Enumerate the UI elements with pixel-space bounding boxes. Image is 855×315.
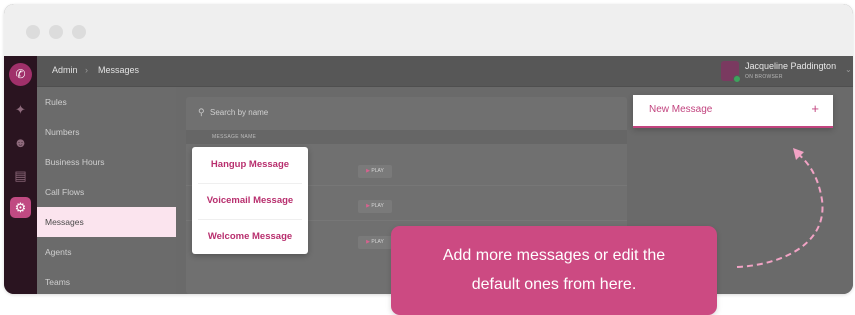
play-button[interactable]: ▶ PLAY (358, 236, 392, 249)
window-minimize-button[interactable] (49, 25, 63, 39)
window-maximize-button[interactable] (72, 25, 86, 39)
avatar[interactable] (721, 61, 741, 83)
breadcrumb-admin[interactable]: Admin (52, 65, 78, 75)
message-item-voicemail[interactable]: Voicemail Message (192, 183, 308, 218)
user-status: ON BROWSER (745, 74, 783, 80)
tooltip-line-1: Add more messages or edit the (442, 247, 666, 264)
sidebar-item-label: Teams (45, 277, 71, 287)
icon-rail: ✆ ✦ ☻ ▤ ⚙ (4, 56, 37, 294)
sidebar-item-label: Numbers (45, 127, 80, 137)
sidebar-item-messages[interactable]: Messages (37, 207, 176, 237)
message-item-welcome[interactable]: Welcome Message (192, 219, 308, 254)
tooltip-line-2: default ones from here. (471, 276, 637, 293)
message-item-hangup[interactable]: Hangup Message (192, 147, 308, 182)
search-icon: ⚲ (198, 107, 205, 117)
online-status-dot (733, 75, 741, 83)
sidebar-item-label: Rules (45, 97, 67, 107)
top-bar: Admin › Messages Jacqueline Paddington O… (37, 56, 853, 87)
new-message-button[interactable]: New Message + (633, 95, 833, 128)
play-label: PLAY (371, 203, 384, 209)
play-label: PLAY (371, 239, 384, 245)
play-button[interactable]: ▶ PLAY (358, 165, 392, 178)
table-header: MESSAGE NAME (186, 130, 627, 144)
bolt-icon[interactable]: ✦ (10, 99, 31, 120)
sidebar-item-numbers[interactable]: Numbers (37, 117, 176, 147)
play-button[interactable]: ▶ PLAY (358, 200, 392, 213)
sidebar-item-call-flows[interactable]: Call Flows (37, 177, 176, 207)
window-close-button[interactable] (26, 25, 40, 39)
onboarding-tooltip: Add more messages or edit the default on… (391, 226, 717, 315)
gear-icon[interactable]: ⚙ (10, 197, 31, 218)
sidebar-item-rules[interactable]: Rules (37, 87, 176, 117)
admin-sidebar: Rules Numbers Business Hours Call Flows … (37, 87, 176, 294)
sidebar-item-label: Messages (45, 217, 84, 227)
breadcrumb-messages: Messages (98, 65, 140, 75)
play-label: PLAY (371, 168, 384, 174)
sidebar-item-label: Call Flows (45, 187, 85, 197)
new-message-label: New Message (649, 104, 713, 115)
breadcrumb-separator: › (85, 65, 88, 75)
card-icon[interactable]: ▤ (10, 165, 31, 186)
sidebar-item-agents[interactable]: Agents (37, 237, 176, 267)
user-name[interactable]: Jacqueline Paddington (745, 61, 836, 71)
sidebar-item-label: Business Hours (45, 157, 105, 167)
message-list-highlight: Hangup Message Voicemail Message Welcome… (192, 147, 308, 254)
sidebar-item-label: Agents (45, 247, 72, 257)
phone-icon[interactable]: ✆ (9, 63, 32, 86)
sidebar-item-teams[interactable]: Teams (37, 267, 176, 294)
window-titlebar (4, 4, 853, 56)
column-header-message-name: MESSAGE NAME (212, 134, 257, 140)
chevron-down-icon[interactable]: ⌄ (845, 65, 852, 74)
callout-arrow-icon (736, 148, 824, 268)
search-input[interactable] (210, 105, 410, 119)
sidebar-item-business-hours[interactable]: Business Hours (37, 147, 176, 177)
people-icon[interactable]: ☻ (10, 132, 31, 153)
plus-icon: + (811, 101, 819, 116)
